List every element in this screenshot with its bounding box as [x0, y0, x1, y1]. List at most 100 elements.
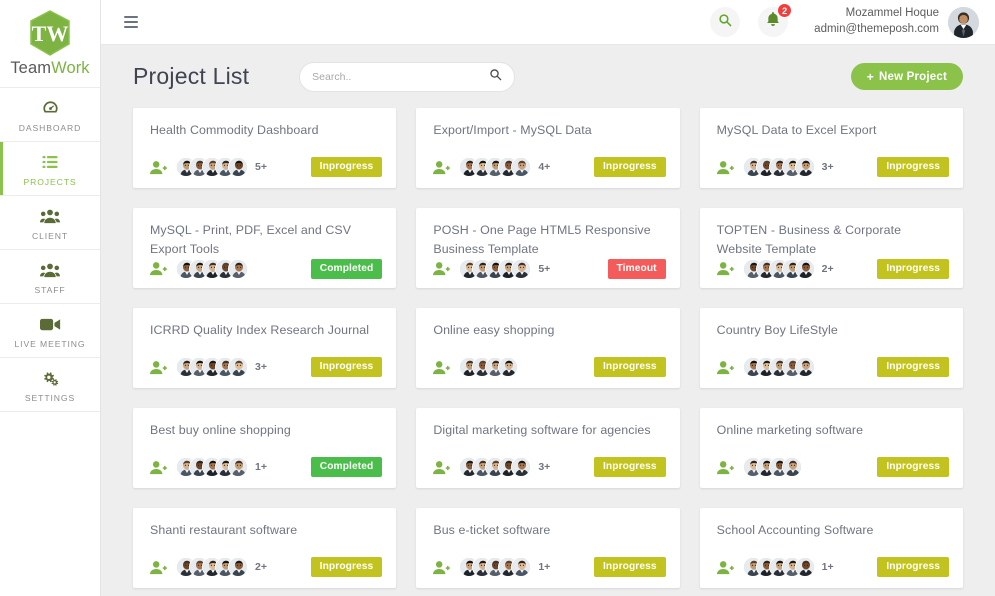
sidebar-item-live-meeting[interactable]: LIVE MEETING	[0, 304, 100, 358]
add-member-icon[interactable]	[150, 360, 167, 375]
status-badge: Inprogress	[310, 157, 383, 177]
project-card[interactable]: School Accounting Software 1+ Inprogress	[699, 508, 963, 588]
project-title: Shanti restaurant software	[150, 523, 298, 537]
project-card[interactable]: MySQL - Print, PDF, Excel and CSV Export…	[133, 208, 397, 288]
sidebar-item-projects[interactable]: PROJECTS	[0, 142, 100, 196]
member-avatars	[176, 157, 248, 177]
add-member-icon[interactable]	[433, 261, 451, 276]
search-icon[interactable]	[489, 68, 502, 86]
member-count: 1+	[821, 561, 834, 573]
project-title: Health Commodity Dashboard	[150, 123, 319, 137]
member-avatars	[459, 357, 519, 377]
project-footer: 1+ Inprogress	[716, 557, 949, 577]
member-avatar[interactable]	[228, 457, 248, 477]
project-card[interactable]: TOPTEN - Business & Corporate Website Te…	[699, 208, 963, 288]
member-avatar[interactable]	[511, 557, 532, 577]
brand-logo[interactable]: TW TeamWork	[0, 0, 100, 88]
member-avatars	[742, 157, 815, 177]
status-badge: Inprogress	[594, 357, 666, 377]
add-member-icon[interactable]	[716, 261, 734, 276]
project-card[interactable]: Export/Import - MySQL Data 4+ Inprogress	[416, 108, 680, 188]
member-avatar[interactable]	[781, 457, 802, 477]
sidebar-item-settings[interactable]: SETTINGS	[0, 358, 100, 412]
member-avatar[interactable]	[794, 557, 815, 577]
sidebar-item-dashboard[interactable]: DASHBOARD	[0, 88, 100, 142]
project-title: ICRRD Quality Index Research Journal	[150, 323, 370, 337]
member-avatar[interactable]	[794, 258, 815, 279]
member-avatar[interactable]	[511, 457, 532, 477]
add-member-icon[interactable]	[716, 460, 734, 475]
new-project-label: New Project	[878, 70, 947, 83]
search-input[interactable]	[312, 70, 490, 83]
project-footer: Inprogress	[433, 357, 666, 377]
add-member-icon[interactable]	[716, 360, 734, 375]
project-card[interactable]: MySQL Data to Excel Export 3+ Inprogress	[699, 108, 963, 188]
add-member-icon[interactable]	[150, 261, 167, 276]
dashboard-icon	[41, 98, 60, 118]
add-member-icon[interactable]	[433, 460, 451, 475]
sidebar-item-label: CLIENT	[32, 231, 68, 241]
member-avatar[interactable]	[498, 357, 519, 377]
avatar[interactable]	[948, 6, 979, 38]
member-count: 2+	[255, 561, 267, 573]
search-icon	[718, 13, 732, 32]
member-avatar[interactable]	[228, 157, 248, 177]
project-card[interactable]: Online marketing software Inprogress	[699, 408, 963, 488]
status-badge: Inprogress	[877, 157, 949, 177]
member-avatar[interactable]	[228, 357, 248, 377]
project-title: Best buy online shopping	[150, 423, 291, 437]
project-footer: 3+ Inprogress	[433, 457, 666, 477]
search-button[interactable]	[710, 7, 741, 37]
member-avatar[interactable]	[794, 357, 815, 377]
member-avatar[interactable]	[511, 258, 532, 279]
member-avatar[interactable]	[511, 157, 532, 177]
project-card[interactable]: Bus e-ticket software 1+ Inprogress	[416, 508, 680, 588]
add-member-icon[interactable]	[150, 460, 167, 475]
add-member-icon[interactable]	[716, 560, 734, 575]
project-footer: 4+ Inprogress	[433, 157, 666, 177]
member-avatars	[459, 157, 532, 177]
member-avatar[interactable]	[794, 157, 815, 177]
project-card[interactable]: Online easy shopping Inprogress	[416, 308, 680, 388]
project-title: Online marketing software	[716, 423, 864, 437]
add-member-icon[interactable]	[150, 160, 167, 175]
top-bar: 2 Mozammel Hoque admin@themeposh.com	[101, 0, 995, 45]
add-member-icon[interactable]	[433, 160, 451, 175]
add-member-icon[interactable]	[716, 160, 734, 175]
search-box[interactable]	[299, 61, 516, 92]
brand-name: TeamWork	[10, 59, 89, 78]
topbar-actions: 2 Mozammel Hoque admin@themeposh.com	[710, 3, 995, 38]
hamburger-icon[interactable]	[124, 16, 138, 28]
page-content: Project List + New Project Health Commod…	[101, 45, 995, 596]
project-card[interactable]: Country Boy LifeStyle Inprogress	[699, 308, 963, 388]
user-menu[interactable]: Mozammel Hoque admin@themeposh.com	[814, 6, 979, 38]
plus-icon: +	[866, 69, 874, 84]
sidebar-item-staff[interactable]: STAFF	[0, 250, 100, 304]
notifications-button[interactable]: 2	[758, 3, 793, 37]
member-count: 5+	[255, 161, 267, 173]
new-project-button[interactable]: + New Project	[850, 63, 963, 90]
project-title: Bus e-ticket software	[433, 523, 551, 537]
sidebar-item-client[interactable]: CLIENT	[0, 196, 100, 250]
brand-name-part2: Work	[51, 58, 90, 77]
member-count: 3+	[821, 161, 834, 173]
member-avatar[interactable]	[228, 557, 248, 577]
project-card[interactable]: Digital marketing software for agencies 3…	[416, 408, 680, 488]
project-card[interactable]: Shanti restaurant software 2+ Inprogress	[133, 508, 397, 588]
project-card[interactable]: Health Commodity Dashboard 5+ Inprogress	[133, 108, 397, 188]
status-badge: Inprogress	[877, 258, 949, 279]
add-member-icon[interactable]	[433, 560, 451, 575]
member-avatar[interactable]	[228, 258, 248, 279]
user-email: admin@themeposh.com	[814, 23, 939, 35]
project-card[interactable]: Best buy online shopping 1+ Completed	[133, 408, 397, 488]
member-avatars	[176, 457, 248, 477]
add-member-icon[interactable]	[150, 560, 167, 575]
member-avatars	[742, 557, 815, 577]
project-card[interactable]: ICRRD Quality Index Research Journal 3+ In…	[133, 308, 397, 388]
member-count: 1+	[538, 561, 551, 573]
svg-text:TW: TW	[32, 21, 69, 46]
project-card[interactable]: POSH - One Page HTML5 Responsive Busines…	[416, 208, 680, 288]
add-member-icon[interactable]	[433, 360, 451, 375]
member-count: 3+	[538, 461, 551, 473]
project-title: MySQL Data to Excel Export	[716, 123, 877, 137]
